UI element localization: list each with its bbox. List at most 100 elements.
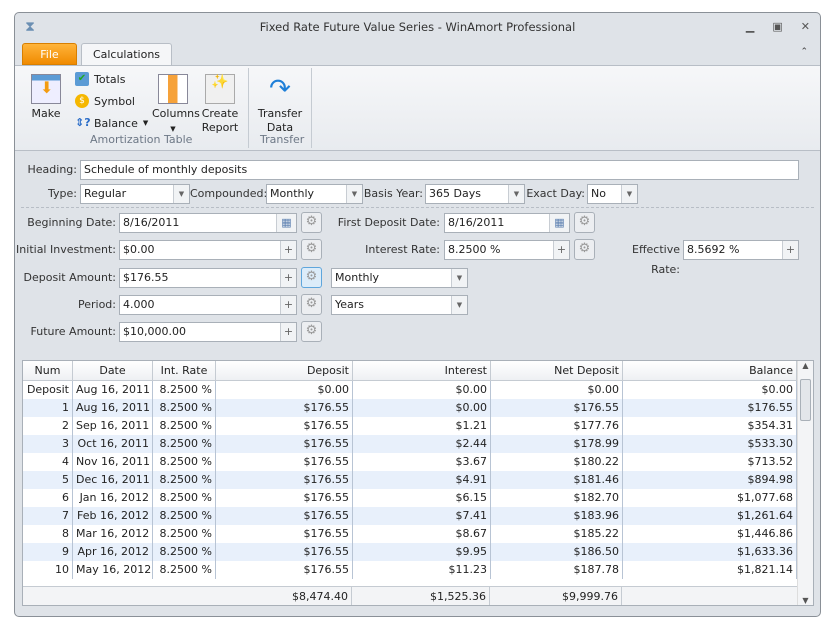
first-deposit-date-input[interactable]: 8/16/2011 ▦ — [444, 213, 570, 233]
gear-icon[interactable]: ⚙ — [574, 239, 595, 260]
table-cell: $11.23 — [353, 561, 491, 579]
balance-dropdown[interactable]: ⇕? Balance ▼ — [75, 116, 148, 130]
table-row[interactable]: 8 Mar 16, 2012 8.2500 % $176.55 $8.67 $185.22… — [23, 525, 797, 543]
table-cell: $0.00 — [623, 381, 797, 399]
maximize-button[interactable]: ▣ — [772, 13, 782, 41]
type-select[interactable]: Regular ▼ — [80, 184, 190, 204]
table-cell: $187.78 — [491, 561, 623, 579]
table-cell: $1,446.86 — [623, 525, 797, 543]
table-row[interactable]: 5 Dec 16, 2011 8.2500 % $176.55 $4.91 $181.46… — [23, 471, 797, 489]
make-button[interactable]: ⬇ Make — [29, 74, 63, 121]
scroll-up-icon[interactable]: ▲ — [798, 361, 813, 370]
plus-icon[interactable]: + — [280, 241, 296, 259]
scroll-thumb[interactable] — [800, 379, 811, 421]
totals-deposit: $8,474.40 — [23, 587, 352, 605]
table-row[interactable]: 7 Feb 16, 2012 8.2500 % $176.55 $7.41 $183.96… — [23, 507, 797, 525]
table-cell: $176.55 — [216, 507, 353, 525]
column-header[interactable]: Deposit — [216, 361, 353, 380]
vertical-scrollbar[interactable]: ▲ ▼ — [797, 361, 813, 605]
initial-investment-input[interactable]: $0.00 + — [119, 240, 297, 260]
tab-calculations[interactable]: Calculations — [81, 43, 172, 66]
first-deposit-date-value: 8/16/2011 — [448, 216, 505, 229]
table-cell: 6 — [23, 489, 73, 507]
period-value: 4.000 — [123, 298, 155, 311]
collapse-ribbon-icon[interactable]: ⌃ — [800, 47, 808, 57]
chevron-down-icon[interactable]: ▼ — [346, 185, 362, 203]
ribbon: ⬇ Make ✔ Totals $ Symbol ⇕? Balance ▼ Column… — [15, 65, 820, 151]
table-cell: 8.2500 % — [153, 399, 216, 417]
calendar-icon[interactable]: ▦ — [549, 214, 569, 232]
deposit-amount-input[interactable]: $176.55 + — [119, 268, 297, 288]
totals-interest: $1,525.36 — [352, 587, 490, 605]
table-cell: May 16, 2012 — [73, 561, 153, 579]
chevron-down-icon[interactable]: ▼ — [451, 296, 467, 314]
interest-rate-input[interactable]: 8.2500 % + — [444, 240, 570, 260]
interest-rate-value: 8.2500 % — [448, 243, 501, 256]
period-input[interactable]: 4.000 + — [119, 295, 297, 315]
minimize-button[interactable]: ▁ — [746, 13, 754, 41]
table-cell: $354.31 — [623, 417, 797, 435]
exact-day-select[interactable]: No ▼ — [587, 184, 638, 204]
table-cell: 8.2500 % — [153, 489, 216, 507]
plus-icon[interactable]: + — [553, 241, 569, 259]
deposit-frequency-select[interactable]: Monthly ▼ — [331, 268, 468, 288]
column-header[interactable]: Net Deposit — [491, 361, 623, 380]
totals-label: Totals — [94, 72, 126, 86]
table-row[interactable]: 4 Nov 16, 2011 8.2500 % $176.55 $3.67 $180.22… — [23, 453, 797, 471]
symbol-button[interactable]: $ Symbol — [75, 94, 135, 108]
future-amount-input[interactable]: $10,000.00 + — [119, 322, 297, 342]
chevron-down-icon[interactable]: ▼ — [451, 269, 467, 287]
gear-icon[interactable]: ⚙ — [301, 321, 322, 342]
beginning-date-input[interactable]: 8/16/2011 ▦ — [119, 213, 297, 233]
table-row[interactable]: 3 Oct 16, 2011 8.2500 % $176.55 $2.44 $178.99… — [23, 435, 797, 453]
chevron-down-icon[interactable]: ▼ — [508, 185, 524, 203]
table-cell: Oct 16, 2011 — [73, 435, 153, 453]
basis-year-select[interactable]: 365 Days ▼ — [425, 184, 525, 204]
columns-button[interactable]: Columns ▼ — [152, 74, 200, 136]
transfer-data-button[interactable]: ↷ Transfer Data — [255, 74, 305, 135]
table-row[interactable]: 10 May 16, 2012 8.2500 % $176.55 $11.23 $187.… — [23, 561, 797, 579]
close-button[interactable]: ✕ — [801, 13, 810, 41]
scroll-down-icon[interactable]: ▼ — [798, 596, 813, 605]
plus-icon[interactable]: + — [280, 296, 296, 314]
tab-file[interactable]: File — [22, 43, 77, 65]
column-header[interactable]: Date — [73, 361, 153, 380]
compounded-select[interactable]: Monthly ▼ — [266, 184, 363, 204]
plus-icon[interactable]: + — [280, 269, 296, 287]
column-header[interactable]: Int. Rate — [153, 361, 216, 380]
basis-year-value: 365 Days — [429, 187, 481, 200]
table-row[interactable]: Deposit Aug 16, 2011 8.2500 % $0.00 $0.00 $0.… — [23, 381, 797, 399]
table-row[interactable]: 2 Sep 16, 2011 8.2500 % $176.55 $1.21 $177.76… — [23, 417, 797, 435]
gear-icon[interactable]: ⚙ — [301, 294, 322, 315]
table-cell: $894.98 — [623, 471, 797, 489]
table-row[interactable]: 9 Apr 16, 2012 8.2500 % $176.55 $9.95 $186.50… — [23, 543, 797, 561]
title-bar: ⧗ Fixed Rate Future Value Series - WinAm… — [15, 13, 820, 43]
table-cell: $1.21 — [353, 417, 491, 435]
effective-rate-input[interactable]: 8.5692 % + — [683, 240, 799, 260]
table-cell: $3.67 — [353, 453, 491, 471]
gear-icon[interactable]: ⚙ — [301, 267, 322, 288]
table-row[interactable]: 1 Aug 16, 2011 8.2500 % $176.55 $0.00 $176.55… — [23, 399, 797, 417]
plus-icon[interactable]: + — [280, 323, 296, 341]
table-cell: $185.22 — [491, 525, 623, 543]
table-header: Num Date Int. Rate Deposit Interest Net Depos… — [23, 361, 797, 381]
table-cell: $6.15 — [353, 489, 491, 507]
create-report-button[interactable]: ✨ Create Report — [201, 74, 239, 135]
period-unit-select[interactable]: Years ▼ — [331, 295, 468, 315]
table-row[interactable]: 6 Jan 16, 2012 8.2500 % $176.55 $6.15 $182.70… — [23, 489, 797, 507]
gear-icon[interactable]: ⚙ — [574, 212, 595, 233]
plus-icon[interactable]: + — [782, 241, 798, 259]
column-header[interactable]: Interest — [353, 361, 491, 380]
calendar-icon[interactable]: ▦ — [276, 214, 296, 232]
gear-icon[interactable]: ⚙ — [301, 212, 322, 233]
chevron-down-icon: ▼ — [170, 125, 176, 133]
table-cell: 8.2500 % — [153, 435, 216, 453]
column-header[interactable]: Num — [23, 361, 73, 380]
totals-button[interactable]: ✔ Totals — [75, 72, 125, 86]
chevron-down-icon[interactable]: ▼ — [173, 185, 189, 203]
column-header[interactable]: Balance — [623, 361, 797, 380]
table-cell: Nov 16, 2011 — [73, 453, 153, 471]
chevron-down-icon[interactable]: ▼ — [621, 185, 637, 203]
gear-icon[interactable]: ⚙ — [301, 239, 322, 260]
heading-input[interactable]: Schedule of monthly deposits — [80, 160, 799, 180]
